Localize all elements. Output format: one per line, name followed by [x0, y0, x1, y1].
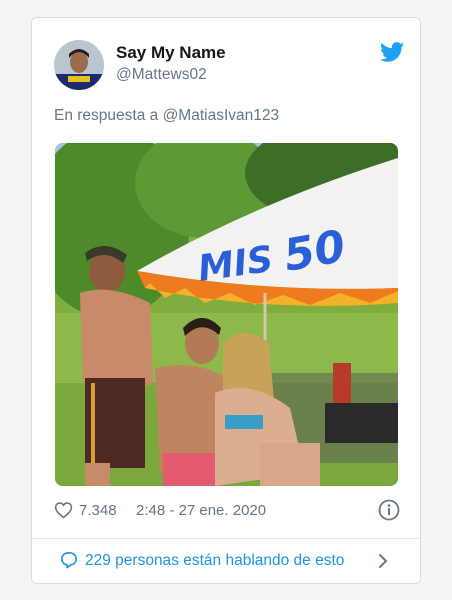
tweet-header: Say My Name @Mattews02 [54, 40, 404, 92]
twitter-bird-icon[interactable] [380, 42, 404, 62]
conversation-label: 229 personas están hablando de esto [85, 552, 345, 569]
chevron-right-icon [379, 554, 387, 568]
reply-context[interactable]: En respuesta a @MatiasIvan123 [54, 107, 279, 125]
avatar[interactable] [54, 40, 104, 90]
user-handle[interactable]: @Mattews02 [116, 66, 207, 84]
speech-bubble-icon [60, 551, 78, 569]
tweet-timestamp[interactable]: 2:48 - 27 ene. 2020 [136, 502, 266, 519]
display-name[interactable]: Say My Name [116, 43, 226, 63]
svg-text:50: 50 [280, 221, 349, 282]
tweet-meta: 7.348 2:48 - 27 ene. 2020 [54, 499, 404, 521]
info-icon[interactable] [378, 499, 400, 521]
tweet-card: Say My Name @Mattews02 En respuesta a @M… [31, 17, 421, 584]
conversation-link[interactable]: 229 personas están hablando de esto [32, 539, 420, 584]
like-count[interactable]: 7.348 [79, 502, 117, 519]
tweet-photo[interactable]: MIS 50 [55, 143, 398, 486]
heart-icon[interactable] [54, 501, 73, 519]
